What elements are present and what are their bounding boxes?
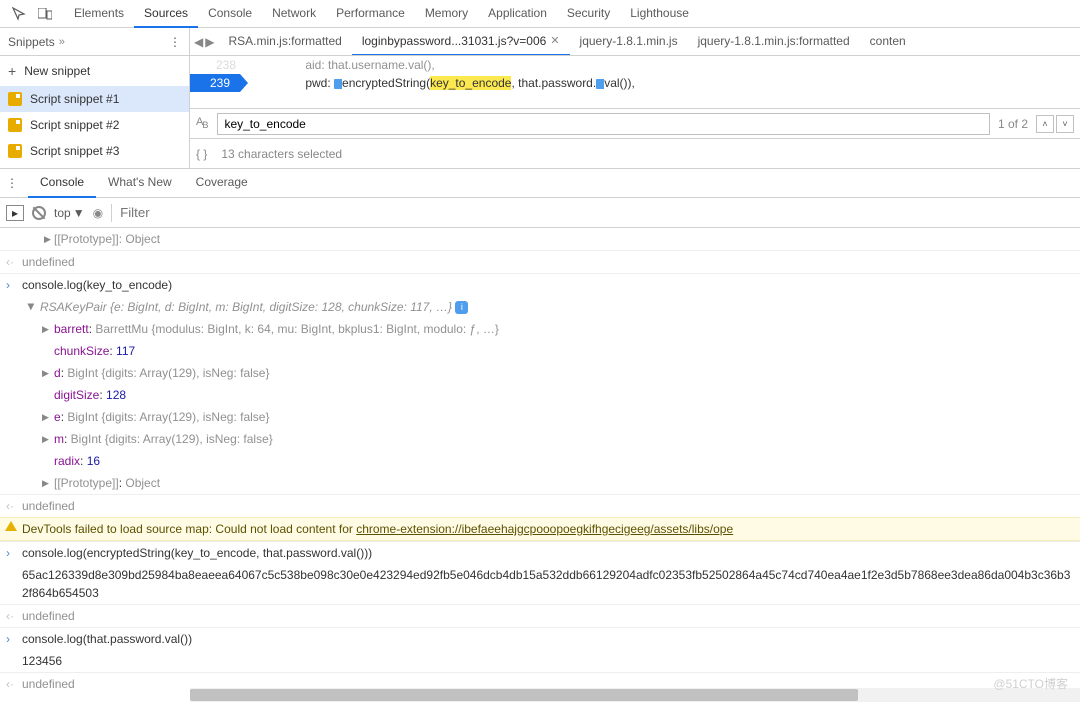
watermark: @51CTO博客 [993,675,1068,692]
input-arrow-icon: › [6,276,10,294]
highlighted-match: key_to_encode [430,76,511,90]
file-tab-rsa[interactable]: RSA.min.js:formatted [218,28,351,56]
file-tab-content[interactable]: conten [860,28,916,56]
drawer-kebab-icon[interactable]: ⋮ [6,176,18,190]
code-editor[interactable]: 238 239 aid: that.username.val(), pwd: e… [190,56,1080,108]
find-next-button[interactable]: ˅ [1056,115,1074,133]
expand-arrow-icon[interactable]: ▶ [22,304,40,311]
snippet-item-1[interactable]: Script snippet #1 [0,86,189,112]
snippet-item-3[interactable]: Script snippet #3 [0,138,189,164]
chevron-down-icon: ▼ [73,206,85,220]
file-tab-jquery-formatted[interactable]: jquery-1.8.1.min.js:formatted [688,28,860,56]
line-gutter: 238 239 [190,56,242,108]
tab-nav-next-icon[interactable]: ▶ [205,35,214,49]
info-icon[interactable]: i [455,301,468,314]
drawer-tab-whatsnew[interactable]: What's New [96,168,184,198]
file-tab-jquery[interactable]: jquery-1.8.1.min.js [570,28,688,56]
panel-security[interactable]: Security [557,0,620,28]
current-line-marker: 239 [190,74,240,92]
panel-elements[interactable]: Elements [64,0,134,28]
run-icon[interactable]: ▸ [6,205,24,221]
new-snippet-button[interactable]: +New snippet [0,56,189,86]
inspect-icon[interactable] [6,1,32,27]
code-content: aid: that.username.val(), pwd: encrypted… [242,56,1080,108]
panel-memory[interactable]: Memory [415,0,478,28]
panel-sources[interactable]: Sources [134,0,198,28]
expand-arrow-icon[interactable]: ▶ [42,474,49,492]
snippets-kebab-icon[interactable]: ⋮ [169,35,181,49]
panel-lighthouse[interactable]: Lighthouse [620,0,699,28]
expand-arrow-icon[interactable]: ▶ [42,430,49,448]
drawer-tab-console[interactable]: Console [28,168,96,198]
snippet-file-icon [8,118,22,132]
panel-application[interactable]: Application [478,0,557,28]
output-arrow-icon: ‹· [6,607,14,625]
plus-icon: + [8,63,16,79]
live-expression-icon[interactable]: ◉ [93,206,103,220]
output-arrow-icon: ‹· [6,497,14,515]
expand-arrow-icon[interactable]: ▶ [42,408,49,426]
drawer-tab-coverage[interactable]: Coverage [184,168,260,198]
filter-input[interactable] [120,205,320,220]
snippet-file-icon [8,92,22,106]
expand-arrow-icon[interactable]: ▶ [42,320,49,338]
panel-tabs: Elements Sources Console Network Perform… [64,0,699,28]
expand-arrow-icon[interactable]: ▶ [42,364,49,382]
output-arrow-icon: ‹· [6,675,14,693]
autocomplete-icon [334,79,342,89]
file-tab-loginbypassword[interactable]: loginbypassword...31031.js?v=006✕ [352,28,570,56]
snippets-title: Snippets [8,35,55,49]
device-toolbar-icon[interactable] [32,1,58,27]
source-map-link[interactable]: chrome-extension://ibefaeehajgcpooopoegk… [356,522,733,536]
selection-info: 13 characters selected [221,147,342,161]
snippets-expand-icon[interactable]: » [59,36,65,48]
panel-performance[interactable]: Performance [326,0,415,28]
autocomplete-icon [596,79,604,89]
input-arrow-icon: › [6,630,10,648]
close-icon[interactable]: ✕ [550,34,559,47]
console-output[interactable]: ▶[[Prototype]]: Object ‹·undefined ›cons… [0,228,1080,695]
output-arrow-icon: ‹· [6,253,14,271]
snippet-file-icon [8,144,22,158]
find-prev-button[interactable]: ˄ [1036,115,1054,133]
input-arrow-icon: › [6,544,10,562]
panel-console[interactable]: Console [198,0,262,28]
separator [111,204,112,222]
panel-network[interactable]: Network [262,0,326,28]
pretty-print-icon[interactable]: { } [196,147,207,161]
find-input[interactable] [217,113,990,135]
find-count: 1 of 2 [998,117,1028,131]
snippet-item-2[interactable]: Script snippet #2 [0,112,189,138]
tab-nav-prev-icon[interactable]: ◀ [194,35,203,49]
expand-arrow-icon[interactable]: ▶ [44,230,51,248]
match-case-icon[interactable]: AB [196,116,207,130]
clear-console-icon[interactable] [32,206,46,220]
password-output: 123456 [22,654,62,668]
warning-icon [5,521,17,531]
context-selector[interactable]: top▼ [54,206,85,220]
encrypted-output: 65ac126339d8e309bd25984ba8eaeea64067c5c5… [22,568,1070,600]
